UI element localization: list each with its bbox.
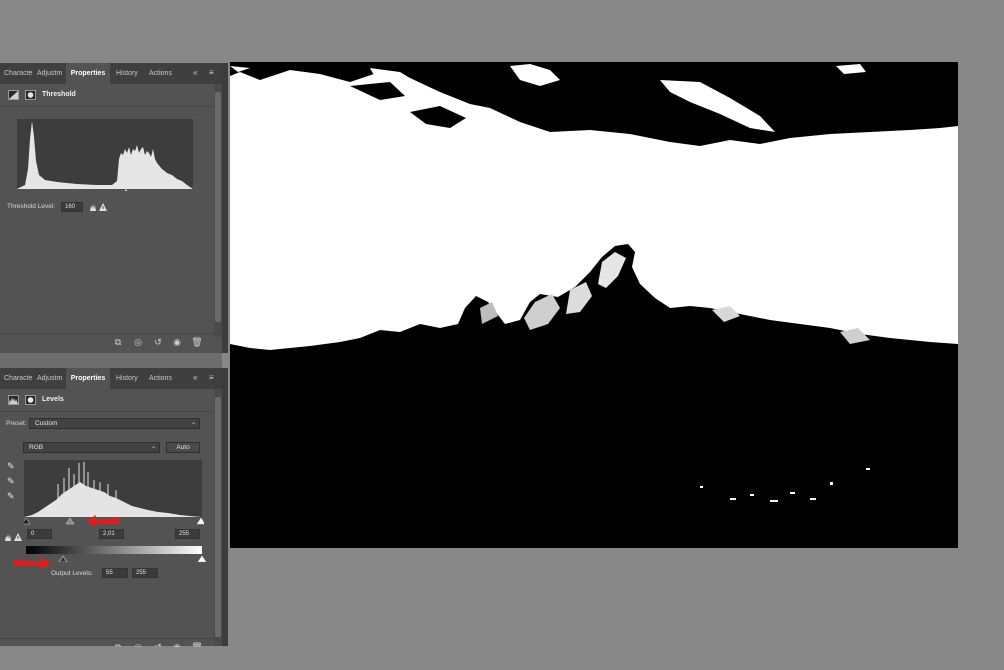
visibility-eye-icon[interactable]: ◉ xyxy=(171,641,183,647)
view-previous-icon[interactable]: ◎ xyxy=(132,336,144,348)
input-black-field[interactable]: 0 xyxy=(27,529,52,539)
visibility-eye-icon[interactable]: ◉ xyxy=(171,336,183,348)
layer-mask-icon[interactable] xyxy=(25,90,36,100)
input-white-slider[interactable] xyxy=(196,517,204,525)
panel-scrollbar-thumb-2[interactable] xyxy=(215,397,221,637)
tab-adjustments-2[interactable]: Adjustm xyxy=(37,368,65,389)
red-arrow-gamma xyxy=(86,515,120,527)
adjustment-title-row-2: Levels xyxy=(0,389,222,412)
output-levels-label: Output Levels: xyxy=(51,570,93,577)
black-point-eyedropper-icon[interactable]: ✎ xyxy=(7,461,17,472)
white-point-eyedropper-icon[interactable]: ✎ xyxy=(7,491,17,502)
adjustment-title-row: Threshold xyxy=(0,84,222,107)
hamburger-menu-icon[interactable]: ≡ xyxy=(209,368,214,389)
chevron-down-icon: ⌄ xyxy=(150,444,156,450)
reset-icon[interactable]: ↺ xyxy=(152,336,164,348)
threshold-adjustment-icon[interactable] xyxy=(8,90,19,100)
auto-button[interactable]: Auto xyxy=(166,442,200,453)
tab-properties[interactable]: Properties xyxy=(66,63,110,84)
document-canvas[interactable] xyxy=(230,62,958,548)
threshold-level-input[interactable]: 160 xyxy=(61,202,83,212)
output-white-field[interactable]: 255 xyxy=(132,568,158,578)
panel-tab-bar: Characte Adjustm Properties History Acti… xyxy=(0,63,222,84)
double-chevron-left-icon[interactable]: « xyxy=(193,368,197,389)
channel-value: RGB xyxy=(29,444,44,451)
levels-adjustment-icon[interactable] xyxy=(8,395,19,405)
channel-dropdown[interactable]: RGB ⌄ xyxy=(23,442,160,453)
output-gradient-bar xyxy=(26,546,202,554)
preset-value: Custom xyxy=(35,420,58,427)
gray-point-eyedropper-icon[interactable]: ✎ xyxy=(7,476,17,487)
threshold-histogram xyxy=(17,119,193,191)
double-chevron-left-icon[interactable]: « xyxy=(193,63,197,84)
output-black-field[interactable]: 55 xyxy=(102,568,128,578)
tab-character-2[interactable]: Characte xyxy=(4,368,34,389)
histogram-warning-icon[interactable] xyxy=(89,202,107,212)
chevron-down-icon: ⌄ xyxy=(190,420,196,426)
panel-scrollbar-thumb[interactable] xyxy=(215,92,221,322)
properties-panel-levels: Characte Adjustm Properties History Acti… xyxy=(0,368,222,647)
panel-edge xyxy=(222,63,228,353)
panel-footer: ⧉ ◎ ↺ ◉ 🗑 xyxy=(0,333,214,350)
tab-history-2[interactable]: History xyxy=(116,368,144,389)
layer-mask-icon[interactable] xyxy=(25,395,36,405)
tab-actions-2[interactable]: Actions xyxy=(149,368,177,389)
adjustment-title: Threshold xyxy=(42,91,76,98)
trash-icon[interactable]: 🗑 xyxy=(191,641,203,647)
clip-to-layer-icon[interactable]: ⧉ xyxy=(112,641,124,647)
panel-tab-bar-2: Characte Adjustm Properties History Acti… xyxy=(0,368,222,389)
input-gamma-slider[interactable] xyxy=(65,517,75,525)
trash-icon[interactable]: 🗑 xyxy=(191,336,203,348)
tab-actions[interactable]: Actions xyxy=(149,63,177,84)
panel-footer-2: ⧉ ◎ ↺ ◉ 🗑 xyxy=(0,638,214,647)
preset-dropdown[interactable]: Custom ⌄ xyxy=(29,418,200,429)
tab-adjustments[interactable]: Adjustm xyxy=(37,63,65,84)
threshold-slider-handle[interactable] xyxy=(122,189,130,191)
reset-icon[interactable]: ↺ xyxy=(152,641,164,647)
threshold-mountain-image xyxy=(230,62,958,548)
tab-history[interactable]: History xyxy=(116,63,144,84)
threshold-level-label: Threshold Level: xyxy=(7,203,56,210)
tab-character[interactable]: Characte xyxy=(4,63,34,84)
input-black-slider[interactable] xyxy=(24,517,31,525)
histogram-warning-icon[interactable] xyxy=(4,532,22,542)
adjustment-title: Levels xyxy=(42,396,64,403)
input-gamma-field[interactable]: 2,01 xyxy=(99,529,124,539)
panel-scrollbar-2[interactable] xyxy=(214,389,222,646)
input-white-field[interactable]: 255 xyxy=(175,529,200,539)
output-black-slider[interactable] xyxy=(58,555,68,562)
panel-edge-2 xyxy=(222,368,228,646)
hamburger-menu-icon[interactable]: ≡ xyxy=(209,63,214,84)
preset-label: Preset: xyxy=(6,420,27,427)
output-white-slider[interactable] xyxy=(197,555,207,562)
panel-separator xyxy=(0,353,222,368)
properties-panel-threshold: Characte Adjustm Properties History Acti… xyxy=(0,63,222,353)
red-arrow-output xyxy=(14,557,52,569)
clip-to-layer-icon[interactable]: ⧉ xyxy=(112,336,124,348)
view-previous-icon[interactable]: ◎ xyxy=(132,641,144,647)
tab-properties-2[interactable]: Properties xyxy=(66,368,110,389)
panel-scrollbar[interactable] xyxy=(214,84,222,337)
